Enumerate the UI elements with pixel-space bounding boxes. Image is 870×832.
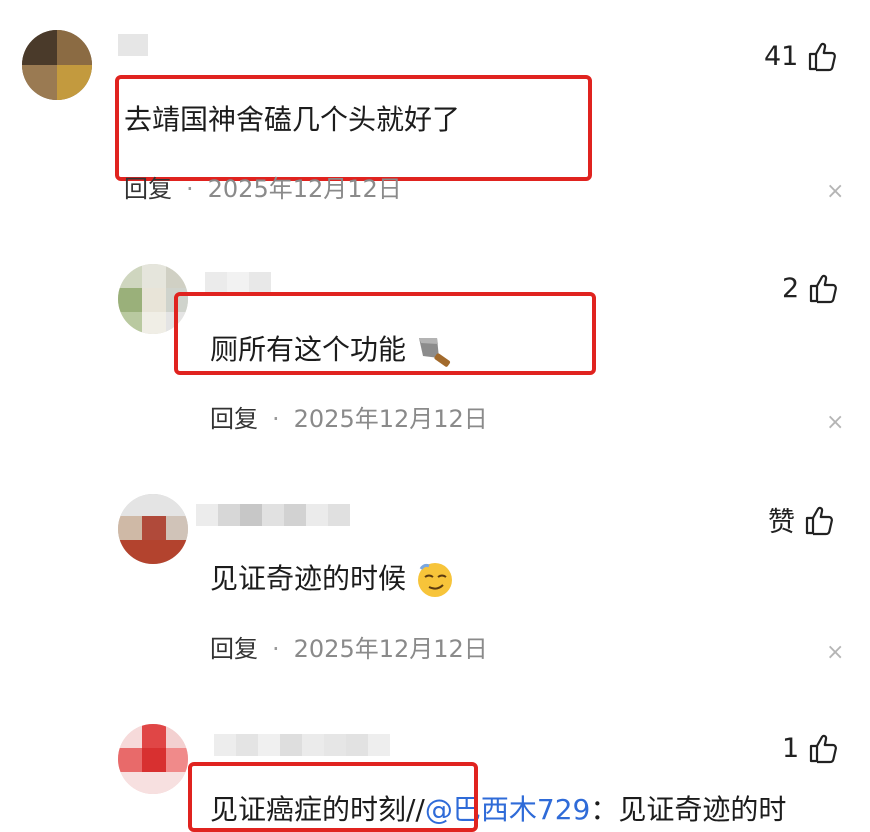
- like-count: 1: [782, 732, 800, 764]
- comment-meta: 回复 · 2025年12月12日: [210, 404, 488, 434]
- comment-2: 2 厕所有这个功能 回复 · 2025年12月12日 ×: [0, 250, 870, 470]
- thumbs-up-icon: [806, 40, 838, 72]
- reply-button[interactable]: 回复: [210, 635, 258, 663]
- highlight-box: [174, 292, 596, 375]
- separator: ·: [186, 175, 194, 203]
- highlight-box: [115, 75, 592, 181]
- comment-meta: 回复 · 2025年12月12日: [124, 174, 402, 204]
- thumbs-up-icon: [803, 504, 835, 536]
- comment-meta: 回复 · 2025年12月12日: [210, 634, 488, 664]
- close-icon[interactable]: ×: [826, 181, 844, 203]
- separator: ·: [272, 405, 280, 433]
- reply-button[interactable]: 回复: [124, 175, 172, 203]
- avatar[interactable]: [118, 494, 188, 564]
- comment-date: 2025年12月12日: [207, 175, 402, 203]
- comment-text: 见证奇迹的时候: [210, 560, 455, 600]
- comment-date: 2025年12月12日: [293, 405, 488, 433]
- comment-text-body: 见证奇迹的时候: [210, 562, 407, 595]
- like-count: 2: [782, 272, 800, 304]
- comment-date: 2025年12月12日: [293, 635, 488, 663]
- thumbs-up-icon: [807, 272, 839, 304]
- like-button[interactable]: 1: [782, 732, 839, 764]
- separator: ·: [272, 635, 280, 663]
- username-blurred[interactable]: [214, 734, 390, 756]
- username-blurred[interactable]: [118, 34, 148, 56]
- close-icon[interactable]: ×: [826, 642, 844, 664]
- highlight-box: [188, 762, 478, 832]
- comment-text-suffix: ：见证奇迹的时: [590, 793, 787, 826]
- like-button[interactable]: 赞: [768, 500, 835, 539]
- like-count: 赞: [768, 507, 795, 538]
- username-blurred[interactable]: [205, 272, 271, 294]
- smirk-emoji: [417, 563, 452, 597]
- close-icon[interactable]: ×: [826, 412, 844, 434]
- reply-button[interactable]: 回复: [210, 405, 258, 433]
- like-button[interactable]: 41: [764, 40, 838, 72]
- avatar[interactable]: [118, 724, 188, 794]
- thumbs-up-icon: [807, 732, 839, 764]
- like-count: 41: [764, 40, 799, 72]
- username-blurred[interactable]: [196, 504, 350, 526]
- avatar[interactable]: [22, 30, 92, 100]
- comment-1: 41 去靖国神舍磕几个头就好了 回复 · 2025年12月12日 ×: [0, 0, 870, 240]
- like-button[interactable]: 2: [782, 272, 839, 304]
- comment-4: 1 见证癌症的时刻//@巴西木729：见证奇迹的时: [0, 710, 870, 832]
- comment-3: 赞 见证奇迹的时候 回复 · 2025年12月12日 ×: [0, 480, 870, 700]
